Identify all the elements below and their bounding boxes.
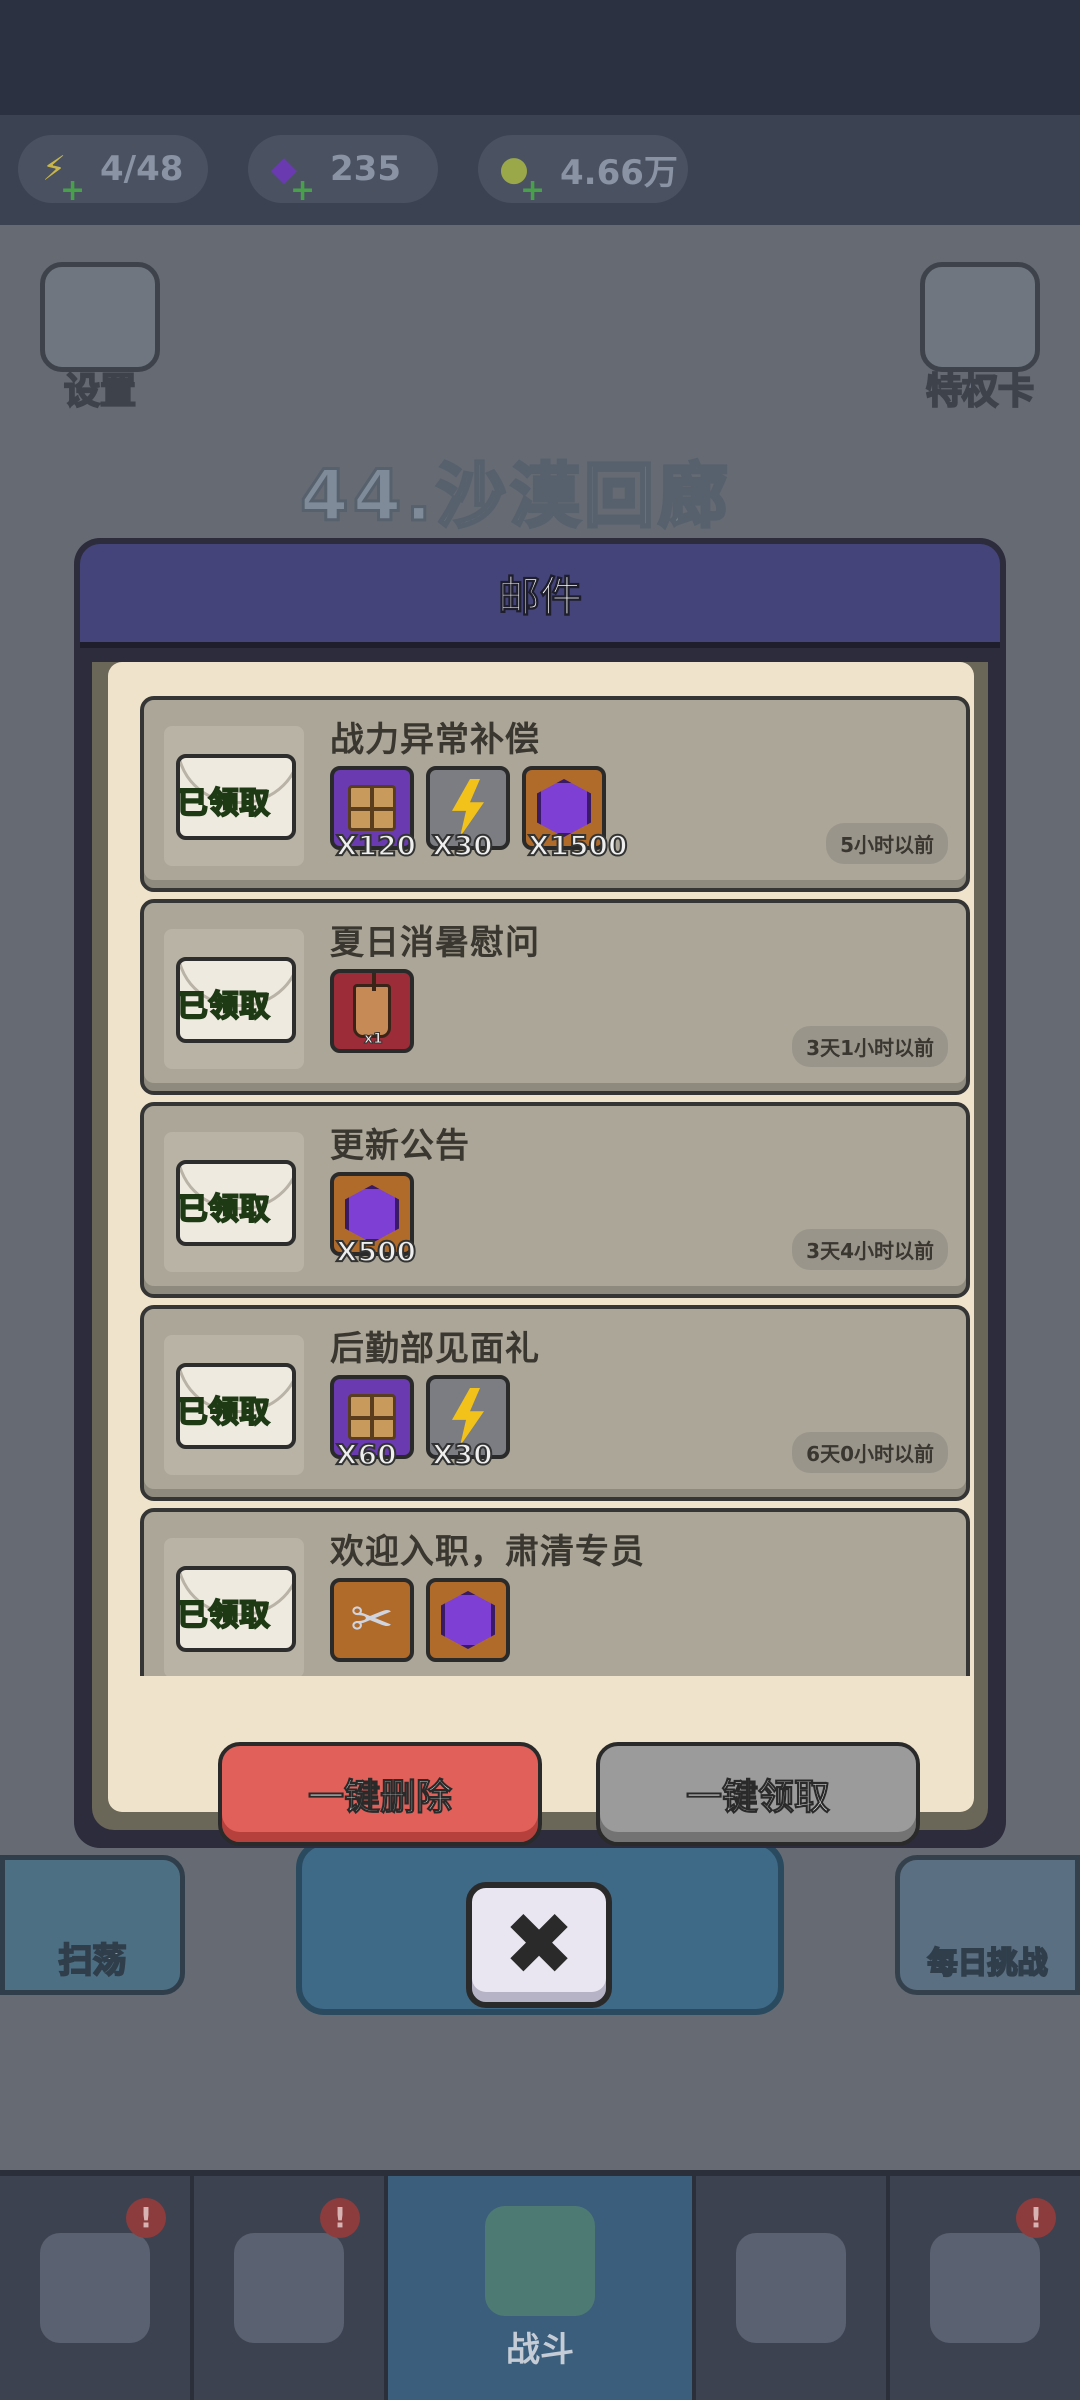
privilege-card-button[interactable]: 特权卡	[910, 262, 1050, 414]
close-button[interactable]: ✖	[466, 1882, 612, 2008]
card-icon	[920, 262, 1040, 372]
claimed-status: 已领取	[177, 988, 271, 1025]
privilege-label: 特权卡	[925, 370, 1035, 413]
chest-icon	[348, 1394, 396, 1440]
claimed-status: 已领取	[177, 1191, 271, 1228]
claimed-status: 已领取	[177, 1597, 271, 1634]
notification-badge: !	[1016, 2198, 1056, 2238]
energy-resource[interactable]: ⚡ + 4/48	[18, 135, 208, 208]
mail-item[interactable]: 已领取 更新公告 X500 3天4小时以前	[140, 1102, 970, 1298]
notification-badge: !	[126, 2198, 166, 2238]
mail-thumbnail: 已领取	[164, 1335, 304, 1475]
reward-scissors[interactable]: ✂	[330, 1578, 414, 1662]
reward-gem[interactable]: X500	[330, 1172, 417, 1269]
reward-quantity: X30	[431, 1437, 494, 1472]
map-icon	[485, 2205, 595, 2316]
mail-item[interactable]: 已领取 夏日消暑慰问 x1 3天1小时以前	[140, 899, 970, 1095]
mail-title: 战力异常补偿	[330, 720, 540, 760]
reward-quantity: X120	[335, 828, 417, 863]
nav-shop[interactable]: !	[0, 2176, 194, 2400]
daily-challenge-button[interactable]: 每日挑战	[895, 1855, 1080, 1995]
reward-items: X500	[330, 1172, 417, 1269]
milk-tea-icon	[353, 973, 391, 1038]
bottom-navigation: ! ! 战斗 !	[0, 2170, 1080, 2400]
reward-items: X120 X30 X1500	[330, 766, 629, 863]
mail-title: 更新公告	[330, 1126, 470, 1166]
nav-profile[interactable]	[696, 2176, 890, 2400]
delete-all-button[interactable]: 一键删除	[218, 1742, 542, 1846]
status-area	[0, 0, 1080, 115]
mail-thumbnail: 已领取	[164, 726, 304, 866]
mail-thumbnail: 已领取	[164, 929, 304, 1069]
reward-quantity: X500	[335, 1234, 417, 1269]
reward-milk-tea[interactable]: x1	[330, 969, 414, 1053]
mail-item[interactable]: 已领取 战力异常补偿 X120 X30 X1500 5小时以前	[140, 696, 970, 892]
mail-thumbnail: 已领取	[164, 1132, 304, 1272]
reward-quantity: X1500	[527, 828, 629, 863]
reward-items: ✂	[330, 1578, 510, 1662]
mail-title: 夏日消暑慰问	[330, 923, 540, 963]
settings-button[interactable]: 设置	[30, 262, 170, 414]
mail-item[interactable]: 已领取 欢迎入职，肃清专员 ✂	[140, 1508, 970, 1676]
reward-quantity: X60	[335, 1437, 398, 1472]
mail-dialog: 邮件 已领取 战力异常补偿 X120 X30 X1500 5小时以前 已领取 夏…	[74, 538, 1006, 1848]
reward-energy[interactable]: X30	[426, 766, 510, 863]
energy-plus-icon: +	[60, 173, 86, 208]
mail-title: 欢迎入职，肃清专员	[330, 1532, 645, 1572]
mail-item[interactable]: 已领取 后勤部见面礼 X60 X30 6天0小时以前	[140, 1305, 970, 1501]
gem-plus-icon: +	[290, 173, 316, 208]
scissors-icon: ✂	[350, 1590, 394, 1650]
resource-bar: ⚡ + 4/48 ◆ + 235 ● + 4.66万	[0, 115, 1080, 225]
nav-puzzle[interactable]: !	[890, 2176, 1080, 2400]
profile-card-icon	[736, 2233, 846, 2343]
reward-quantity: X30	[431, 828, 494, 863]
mail-list[interactable]: 已领取 战力异常补偿 X120 X30 X1500 5小时以前 已领取 夏日消暑…	[140, 696, 970, 1676]
claim-all-button[interactable]: 一键领取	[596, 1742, 920, 1846]
character-icon	[234, 2233, 344, 2343]
mail-time: 3天1小时以前	[792, 1026, 948, 1067]
reward-energy[interactable]: X30	[426, 1375, 510, 1472]
reward-chest[interactable]: X60	[330, 1375, 414, 1472]
gem-value: 235	[330, 149, 401, 189]
sweep-label: 扫荡	[58, 1940, 128, 1982]
energy-value: 4/48	[100, 149, 184, 189]
gem-resource[interactable]: ◆ + 235	[248, 135, 438, 208]
mail-dialog-title: 邮件	[497, 571, 582, 621]
claimed-status: 已领取	[177, 785, 271, 822]
mail-time: 5小时以前	[826, 823, 948, 864]
mail-dialog-body: 已领取 战力异常补偿 X120 X30 X1500 5小时以前 已领取 夏日消暑…	[92, 662, 988, 1846]
mail-time: 3天4小时以前	[792, 1229, 948, 1270]
coin-resource[interactable]: ● + 4.66万	[478, 135, 688, 208]
settings-label: 设置	[63, 370, 137, 413]
shop-icon	[40, 2233, 150, 2343]
close-icon: ✖	[502, 1895, 576, 1995]
reward-gem[interactable]: X1500	[522, 766, 629, 863]
reward-chest[interactable]: X120	[330, 766, 417, 863]
coin-value: 4.66万	[560, 152, 678, 193]
mail-panel: 已领取 战力异常补偿 X120 X30 X1500 5小时以前 已领取 夏日消暑…	[108, 662, 974, 1846]
mail-thumbnail: 已领取	[164, 1538, 304, 1676]
nav-fight[interactable]: 战斗	[388, 2176, 696, 2400]
gear-icon	[40, 262, 160, 372]
gem-icon	[441, 1591, 495, 1649]
reward-gem[interactable]	[426, 1578, 510, 1662]
daily-challenge-label: 每日挑战	[927, 1945, 1049, 1982]
nav-character[interactable]: !	[194, 2176, 388, 2400]
mail-time: 6天0小时以前	[792, 1432, 948, 1473]
chest-icon	[348, 785, 396, 831]
notification-badge: !	[320, 2198, 360, 2238]
mail-dialog-header: 邮件	[80, 544, 1000, 648]
sweep-button[interactable]: 扫荡	[0, 1855, 185, 1995]
reward-quantity: x1	[364, 1031, 384, 1048]
nav-fight-label: 战斗	[506, 2329, 574, 2370]
claimed-status: 已领取	[177, 1394, 271, 1431]
coin-plus-icon: +	[520, 173, 546, 208]
reward-items: x1	[330, 969, 414, 1053]
level-title: 44.沙漠回廊	[298, 454, 733, 539]
mail-title: 后勤部见面礼	[330, 1329, 540, 1369]
puzzle-icon	[930, 2233, 1040, 2343]
reward-items: X60 X30	[330, 1375, 510, 1472]
